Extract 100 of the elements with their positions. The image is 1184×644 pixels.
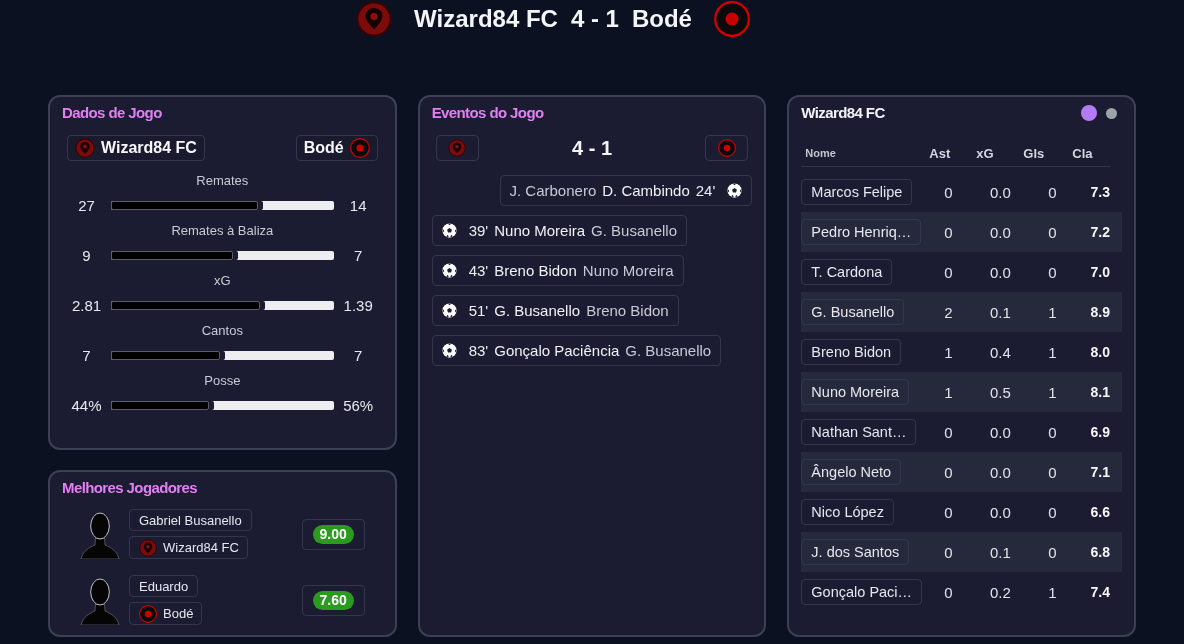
- panel-title: Melhores Jogadores: [62, 479, 199, 497]
- table-cell-text: 0.1: [988, 303, 1012, 321]
- football-icon: [441, 303, 457, 318]
- player-name: G. Busanello: [801, 299, 905, 325]
- table-cell-text: 1: [1047, 343, 1058, 361]
- club-crest-icon: [139, 604, 157, 623]
- table-cell-text: 0: [943, 263, 954, 281]
- team-name: Bodé: [163, 606, 194, 621]
- team-name: Wizard84 FC: [414, 4, 558, 33]
- club-crest-icon: [75, 138, 95, 158]
- player-silhouette-icon: [80, 575, 120, 625]
- stat-value: 14: [348, 196, 368, 214]
- stat-label: Cantos: [201, 323, 243, 339]
- table-cell-text: 0: [943, 583, 954, 601]
- table-cell-text: 7.4: [1089, 584, 1111, 600]
- stat-value: 7: [353, 346, 364, 364]
- club-crest-icon: [349, 138, 370, 158]
- player-rating: 7.60: [312, 590, 354, 610]
- table-cell-text: 0: [943, 423, 954, 441]
- assist-name: G. Busanello: [625, 342, 712, 359]
- scorer-name: Nuno Moreira: [494, 222, 586, 239]
- panel-title: Dados de Jogo: [62, 104, 163, 122]
- table-cell-text: 8.0: [1089, 344, 1111, 360]
- table-cell-text: 0.0: [988, 223, 1012, 241]
- table-cell-text: 6.8: [1089, 544, 1111, 560]
- table-cell-text: 0.0: [988, 423, 1012, 441]
- stat-label: Posse: [204, 373, 241, 389]
- event-minute: 43': [468, 262, 489, 279]
- team-name: Wizard84 FC: [101, 139, 197, 157]
- table-cell-text: 7.3: [1089, 184, 1111, 200]
- table-cell-text: 2: [943, 303, 954, 321]
- club-crest-icon: [448, 139, 467, 157]
- stat-value: 56%: [342, 396, 375, 414]
- column-header: Nome: [804, 147, 837, 159]
- column-header: Cla: [1072, 145, 1094, 161]
- table-cell-text: 0: [943, 543, 954, 561]
- table-cell-text: 0.2: [988, 583, 1012, 601]
- player-name: Gabriel Busanello: [129, 509, 252, 531]
- football-icon: [441, 263, 457, 278]
- player-name: Marcos Felipe: [801, 179, 913, 205]
- stat-label: xG: [214, 273, 231, 289]
- column-header: xG: [976, 145, 995, 161]
- assist-name: G. Busanello: [591, 222, 677, 239]
- assist-name: Nuno Moreira: [582, 262, 674, 279]
- scorer-name: G. Busanello: [494, 302, 581, 319]
- player-name: Nathan Sant…: [801, 419, 917, 445]
- table-cell-text: 0: [1047, 423, 1058, 441]
- match-score: 4 - 1: [572, 136, 612, 160]
- table-cell-text: 8.1: [1089, 384, 1111, 400]
- table-cell-text: 6.6: [1089, 504, 1111, 520]
- table-cell-text: 1: [1047, 583, 1058, 601]
- table-cell-text: 0.0: [988, 183, 1012, 201]
- table-cell-text: 1: [1047, 383, 1058, 401]
- scorer-name: D. Cambindo: [602, 182, 690, 199]
- event-minute: 24': [695, 182, 716, 199]
- player-name: Nuno Moreira: [801, 379, 910, 405]
- match-score: 4 - 1: [570, 4, 619, 33]
- panel-title: Wizard84 FC: [801, 104, 885, 122]
- stat-value: 44%: [70, 396, 103, 414]
- table-cell-text: 6.9: [1089, 424, 1111, 440]
- team-name: Wizard84 FC: [163, 540, 239, 555]
- player-silhouette-icon: [80, 509, 120, 559]
- player-name: Nico López: [801, 499, 894, 525]
- player-name: T. Cardona: [801, 259, 893, 285]
- stat-label: Remates: [196, 173, 249, 189]
- football-icon: [441, 343, 457, 358]
- player-name: Ângelo Neto: [801, 459, 902, 485]
- column-header: Ast: [929, 145, 952, 161]
- table-cell-text: 7.1: [1089, 464, 1111, 480]
- table-cell-text: 1: [943, 383, 954, 401]
- club-crest-icon: [713, 0, 750, 37]
- assist-name: J. Carbonero: [509, 182, 597, 199]
- scorer-name: Breno Bidon: [494, 262, 577, 279]
- stat-value: 2.81: [70, 296, 103, 314]
- event-minute: 39': [468, 222, 489, 239]
- player-name: J. dos Santos: [801, 539, 910, 565]
- stat-value: 7: [81, 346, 92, 364]
- scorer-name: Gonçalo Paciência: [494, 342, 620, 359]
- player-name: Eduardo: [129, 575, 199, 597]
- table-cell-text: 0: [943, 503, 954, 521]
- player-name: Breno Bidon: [801, 339, 902, 365]
- table-cell-text: 7.2: [1089, 224, 1111, 240]
- table-cell-text: 0: [943, 463, 954, 481]
- player-name: Gonçalo Paci…: [801, 579, 923, 605]
- table-cell-text: 0: [1047, 543, 1058, 561]
- panel-title: Eventos do Jogo: [431, 104, 545, 122]
- table-cell-text: 1: [1047, 303, 1058, 321]
- table-cell-text: 0: [1047, 463, 1058, 481]
- table-cell-text: 0.5: [988, 383, 1012, 401]
- event-minute: 83': [468, 342, 489, 359]
- page-dot[interactable]: [1106, 107, 1117, 119]
- football-icon: [441, 223, 457, 238]
- stat-value: 7: [353, 246, 364, 264]
- table-cell-text: 0: [943, 183, 954, 201]
- page-dot[interactable]: [1081, 105, 1097, 121]
- table-cell-text: 1: [943, 343, 954, 361]
- table-cell-text: 0: [1047, 503, 1058, 521]
- table-cell-text: 0.0: [988, 503, 1012, 521]
- stat-value: 1.39: [342, 296, 374, 314]
- table-cell-text: 0: [1047, 183, 1058, 201]
